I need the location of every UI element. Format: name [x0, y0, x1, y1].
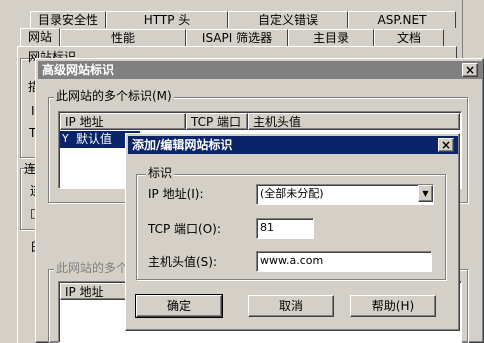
edit-dialog-close-button[interactable]: ×: [438, 138, 454, 152]
identification-group-label: 标识: [146, 166, 175, 180]
tab-documents[interactable]: 文档: [374, 29, 444, 46]
host-header-input[interactable]: www.a.com: [256, 251, 432, 272]
tab-aspnet[interactable]: ASP.NET: [348, 11, 456, 28]
tab-custom-errors[interactable]: 自定义错误: [228, 11, 348, 28]
edit-dialog-title: 添加/编辑网站标识: [132, 138, 233, 152]
ip-address-value: (全部未分配): [260, 187, 324, 200]
tab-http-headers[interactable]: HTTP 头: [106, 11, 228, 28]
col-host-header[interactable]: 主机头值: [248, 113, 460, 130]
chevron-down-icon[interactable]: ▼: [418, 185, 433, 202]
tab-website[interactable]: 网站: [20, 28, 60, 47]
ip-address-label: IP 地址(I):: [148, 187, 204, 201]
ok-button[interactable]: 确定: [135, 294, 223, 318]
tab-performance[interactable]: 性能: [60, 29, 186, 46]
tab-isapi-filters[interactable]: ISAPI 筛选器: [186, 29, 288, 46]
tab-directory-security[interactable]: 目录安全性: [30, 11, 106, 28]
col-tcp-port[interactable]: TCP 端口: [186, 113, 248, 130]
tcp-port-label: TCP 端口(O):: [148, 222, 221, 236]
ip-address-dropdown[interactable]: (全部未分配) ▼: [256, 184, 434, 205]
col-ip-address[interactable]: IP 地址: [60, 113, 186, 130]
default-row-label: 默认值: [76, 132, 113, 146]
help-button[interactable]: 帮助(H): [350, 295, 436, 317]
close-icon: ×: [464, 63, 476, 77]
host-header-label: 主机头值(S):: [148, 255, 218, 269]
advanced-dialog-title: 高级网站标识: [42, 63, 115, 77]
edit-dialog-titlebar: 添加/编辑网站标识: [128, 136, 458, 154]
advanced-dialog-close-button[interactable]: ×: [462, 63, 478, 77]
close-icon: ×: [440, 138, 452, 152]
identity-icon: Υ: [62, 132, 69, 145]
tcp-port-input[interactable]: 81: [256, 218, 314, 239]
multiple-ssl-identities-label: 此网站的多个: [54, 261, 131, 275]
tab-home-directory[interactable]: 主目录: [288, 29, 374, 46]
ip-label-partial: I: [31, 104, 35, 118]
edit-identification-dialog: 添加/编辑网站标识 × 标识 IP 地址(I): (全部未分配) ▼ TCP 端…: [125, 133, 460, 331]
multiple-identities-label: 此网站的多个标识(M): [54, 89, 174, 103]
advanced-dialog-titlebar: 高级网站标识: [38, 61, 482, 79]
cancel-button[interactable]: 取消: [248, 295, 334, 317]
